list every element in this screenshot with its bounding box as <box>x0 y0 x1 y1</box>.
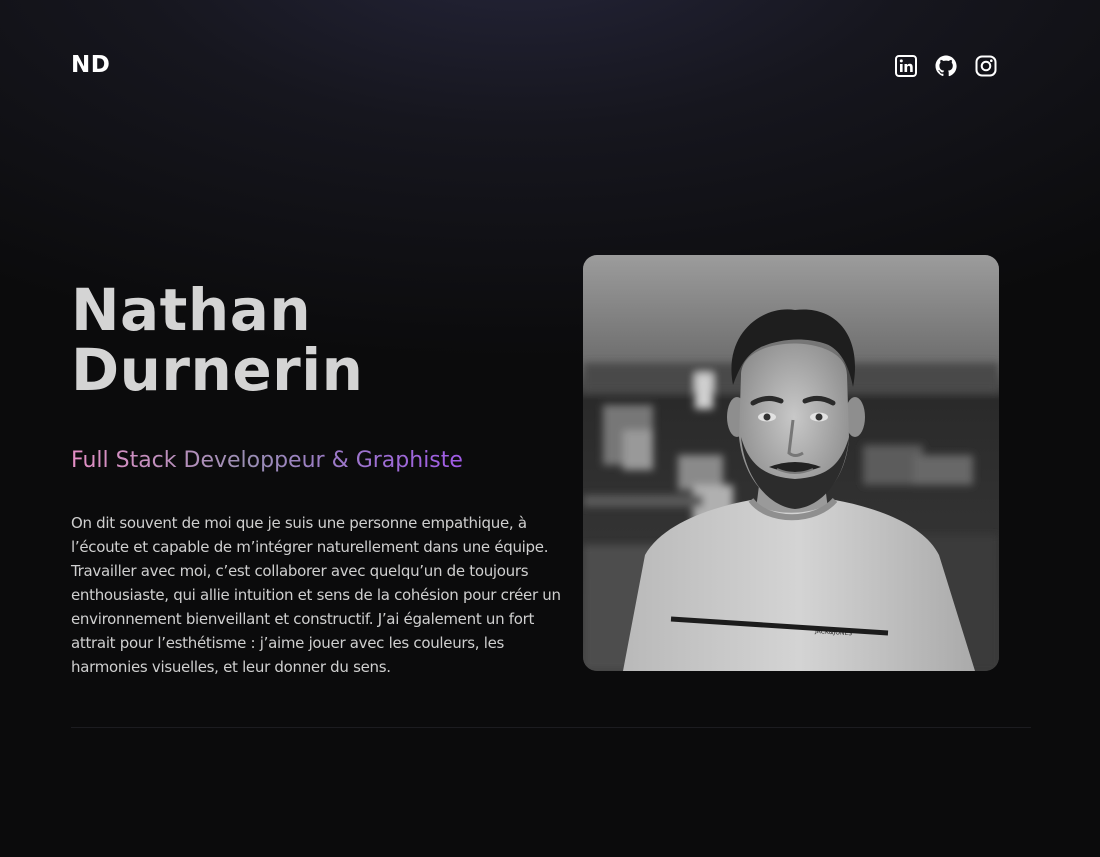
github-link[interactable] <box>934 54 958 78</box>
first-name: Nathan <box>71 276 312 344</box>
linkedin-icon <box>895 55 917 77</box>
instagram-icon <box>975 55 997 77</box>
linkedin-link[interactable] <box>894 54 918 78</box>
last-name: Durnerin <box>71 336 364 404</box>
github-icon <box>935 55 957 77</box>
job-title: Full Stack Developpeur & Graphiste <box>71 448 463 473</box>
profile-photo: JACK&JONES <box>583 255 999 671</box>
bio-paragraph: On dit souvent de moi que je suis une pe… <box>71 514 561 676</box>
site-logo[interactable]: ND <box>71 52 110 78</box>
social-links <box>894 54 998 78</box>
instagram-link[interactable] <box>974 54 998 78</box>
portrait-illustration: JACK&JONES <box>583 255 999 671</box>
hero-name: Nathan Durnerin <box>71 280 363 400</box>
section-divider <box>71 727 1031 728</box>
